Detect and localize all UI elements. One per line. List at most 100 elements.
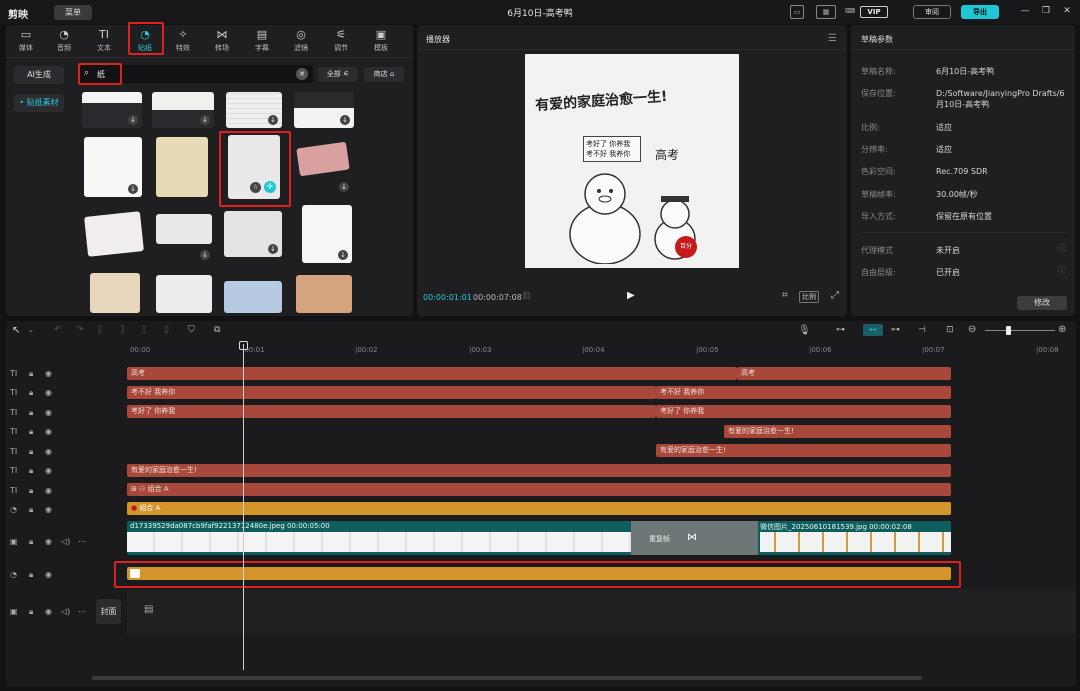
delete-icon[interactable]: ▯ (164, 325, 169, 335)
redo-icon[interactable]: ↷ (76, 325, 84, 335)
zoom-in-icon[interactable]: ⊕ (1058, 324, 1066, 335)
download-icon[interactable]: ↓ (200, 250, 210, 260)
eye-icon[interactable]: ◉ (45, 369, 52, 378)
text-clip[interactable]: 有爱的家庭治愈一生! (656, 444, 951, 457)
tab-audio[interactable]: ◔ 音频 (46, 28, 82, 56)
export-button[interactable]: 导出 (961, 5, 999, 19)
split-right-icon[interactable]: ⟦ (142, 325, 146, 335)
transition-icon[interactable]: ⋈ (687, 532, 697, 543)
fullscreen-crop-icon[interactable]: ⌗ (782, 290, 788, 301)
close-icon[interactable]: ✕ (1062, 6, 1072, 16)
sticker-thumb-1[interactable]: ↓ (82, 92, 142, 128)
text-clip[interactable]: 考不好 我养你 (127, 386, 656, 399)
chain-icon[interactable]: ⊶ (891, 325, 900, 335)
playhead[interactable] (243, 344, 244, 670)
tab-subtitle[interactable]: ▤ 字幕 (244, 28, 280, 56)
lock-icon[interactable]: 🔒︎ (29, 607, 33, 617)
sticker-thumb-2[interactable]: ↓ (152, 92, 214, 128)
eye-icon[interactable]: ◉ (45, 447, 52, 456)
layout-menu-icon[interactable]: ▦ (816, 5, 836, 19)
lock-icon[interactable]: 🔒︎ (29, 427, 33, 437)
sticker-thumb-5[interactable]: ↓ (84, 137, 142, 197)
text-clip[interactable]: 高考 (127, 367, 737, 380)
lock-icon[interactable]: 🔒︎ (29, 447, 33, 457)
menu-button[interactable]: 菜单 (54, 5, 92, 20)
video-track-clips[interactable]: d17339529da087cb9faf92213712480e.jpeg 00… (127, 521, 951, 555)
eye-icon[interactable]: ◉ (45, 427, 52, 436)
zoom-out-icon[interactable]: ⊖ (968, 324, 976, 335)
eye-icon[interactable]: ◉ (45, 607, 52, 616)
sidebar-sticker-material[interactable]: • 贴纸素材 (14, 94, 64, 112)
link-icon[interactable]: ⊶ (836, 325, 845, 335)
more-icon[interactable]: ⋯ (78, 537, 86, 546)
download-icon[interactable]: ↓ (128, 115, 138, 125)
tab-template[interactable]: ▣ 模板 (363, 28, 399, 56)
sidebar-ai-generate[interactable]: AI生成 (14, 66, 64, 84)
sticker-group-clip[interactable]: ● 组合 A (127, 502, 951, 515)
download-icon[interactable]: ↓ (338, 250, 348, 260)
eye-icon[interactable]: ◉ (45, 505, 52, 514)
tab-adjust[interactable]: ⚟ 调节 (323, 28, 359, 56)
lock-icon[interactable]: 🔒︎ (29, 570, 33, 580)
sticker-thumb-16[interactable] (296, 275, 352, 313)
tab-text[interactable]: TI 文本 (86, 28, 122, 56)
split-left-icon[interactable]: ⟧ (120, 325, 124, 335)
download-icon[interactable]: ↓ (268, 244, 278, 254)
lock-icon[interactable]: 🔒︎ (29, 466, 33, 476)
eye-icon[interactable]: ◉ (45, 388, 52, 397)
sticker-thumb-12[interactable]: ↓ (302, 205, 352, 263)
cover-button[interactable]: 封面 (96, 599, 121, 624)
sticker-thumb-13[interactable] (90, 273, 140, 313)
restore-icon[interactable]: ❐ (1041, 6, 1051, 16)
info-icon[interactable]: ⓘ (1058, 243, 1066, 254)
sticker-thumb-9[interactable] (84, 211, 144, 257)
lock-icon[interactable]: 🔒︎ (29, 369, 33, 379)
modify-button[interactable]: 修改 (1017, 296, 1067, 310)
snap-icon[interactable]: ⊷ (863, 324, 883, 336)
sticker-thumb-10[interactable] (156, 214, 212, 244)
sticker-thumb-3[interactable]: ↓ (226, 92, 282, 128)
sticker-thumb-14[interactable] (156, 275, 212, 313)
eye-icon[interactable]: ◉ (45, 408, 52, 417)
text-clip[interactable]: 有爱的家庭治愈一生! (724, 425, 951, 438)
select-tool-icon[interactable]: ↖ (12, 325, 20, 336)
chevron-down-icon[interactable]: ⌄ (28, 326, 34, 334)
waveform-icon[interactable]: ▥ (522, 291, 531, 301)
preview-canvas[interactable]: 有爱的家庭治愈一生! 考好了 你养我 考不好 我养你 高考 百分 (525, 54, 739, 268)
store-button[interactable]: 商店 ⌂ (364, 67, 404, 82)
audio-mute-icon[interactable]: ◁) (61, 607, 70, 616)
eye-icon[interactable]: ◉ (45, 486, 52, 495)
crop-icon[interactable]: ⧉ (214, 325, 220, 335)
lock-icon[interactable]: 🔒︎ (29, 505, 33, 515)
tab-media[interactable]: ▭ 媒体 (8, 28, 44, 56)
text-clip[interactable]: 高考 (737, 367, 951, 380)
split-icon[interactable]: ⟦ (98, 325, 102, 335)
tab-transition[interactable]: ⋈ 转场 (204, 28, 240, 56)
fullscreen-icon[interactable]: ⤢ (831, 290, 839, 301)
eye-icon[interactable]: ◉ (45, 537, 52, 546)
sticker-thumb-4[interactable]: ↓ (294, 92, 354, 128)
download-icon[interactable]: ↓ (339, 182, 349, 192)
mark-icon[interactable]: ⛉ (188, 325, 195, 335)
align-icon[interactable]: ⊣ (918, 325, 926, 335)
preview-axis-icon[interactable]: ⊡ (946, 325, 954, 335)
shortcut-icon[interactable]: ⌨ (843, 5, 857, 19)
sticker-thumb-6[interactable] (156, 137, 208, 197)
clear-search-icon[interactable]: ✕ (296, 68, 308, 80)
layout-icon[interactable]: ▭ (790, 5, 804, 19)
minimize-icon[interactable]: — (1020, 6, 1030, 16)
tab-filter[interactable]: ◎ 滤镜 (283, 28, 319, 56)
lock-icon[interactable]: 🔒︎ (29, 486, 33, 496)
sticker-thumb-11[interactable]: ↓ (224, 211, 282, 257)
text-clip[interactable]: 考好了 你养我 (656, 405, 951, 418)
review-button[interactable]: 审阅 (913, 5, 951, 19)
ratio-button[interactable]: 比例 (799, 291, 819, 303)
timeline-scrollbar[interactable] (92, 676, 922, 680)
player-menu-icon[interactable]: ☰ (828, 33, 837, 44)
filter-all-button[interactable]: 全部 ⚟ (318, 67, 358, 82)
group-clip[interactable]: ⊞ ⚇ 组合 A (127, 483, 951, 496)
undo-icon[interactable]: ↶ (54, 325, 62, 335)
lock-icon[interactable]: 🔒︎ (29, 537, 33, 547)
more-icon[interactable]: ⋯ (78, 607, 86, 616)
lock-icon[interactable]: 🔒︎ (29, 388, 33, 398)
